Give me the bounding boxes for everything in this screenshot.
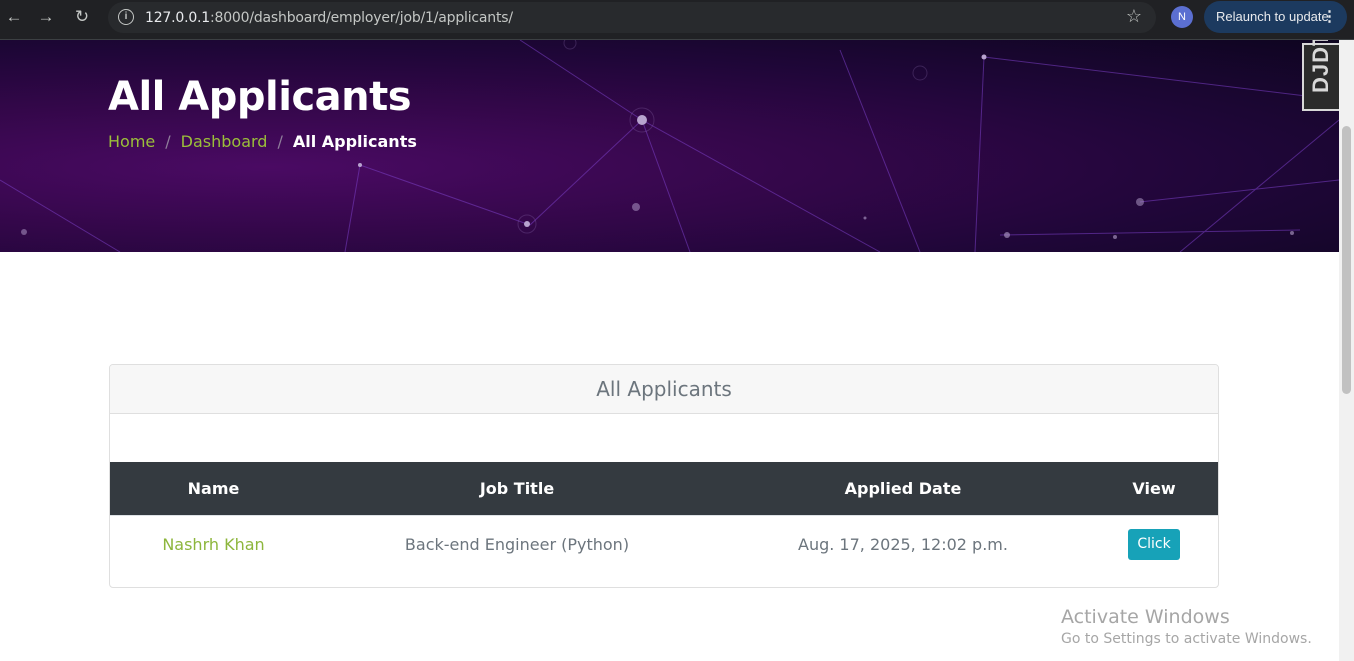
forward-arrow-icon[interactable]: → bbox=[32, 6, 60, 28]
page-title: All Applicants bbox=[108, 74, 412, 120]
applicants-card: All Applicants Name Job Title Applied Da… bbox=[109, 364, 1219, 588]
profile-avatar[interactable]: N bbox=[1171, 6, 1193, 28]
table-row: Nashrh Khan Back-end Engineer (Python) A… bbox=[110, 515, 1218, 572]
column-header-applied-date: Applied Date bbox=[844, 479, 962, 498]
watermark-title: Activate Windows bbox=[1061, 606, 1230, 628]
browser-toolbar: ← → ↻ i 127.0.0.1:8000/dashboard/employe… bbox=[0, 0, 1354, 40]
cell-job-title: Back-end Engineer (Python) bbox=[404, 534, 630, 554]
cell-name: Nashrh Khan bbox=[110, 516, 317, 572]
page-scrollbar[interactable] bbox=[1339, 40, 1354, 661]
reload-icon[interactable]: ↻ bbox=[68, 6, 96, 28]
card-title: All Applicants bbox=[110, 365, 1218, 414]
debug-toolbar-label: DJDT bbox=[1308, 40, 1333, 93]
scrollbar-thumb[interactable] bbox=[1342, 126, 1351, 394]
page-hero: All Applicants Home / Dashboard / All Applic… bbox=[0, 40, 1339, 252]
table-header: Name Job Title Applied Date View bbox=[110, 462, 1218, 515]
column-header-name: Name bbox=[187, 479, 240, 498]
back-arrow-icon[interactable]: ← bbox=[0, 6, 28, 28]
site-info-icon[interactable]: i bbox=[118, 9, 134, 25]
cell-view: Click bbox=[1089, 516, 1218, 572]
relaunch-label: Relaunch to update bbox=[1216, 9, 1329, 24]
view-applicant-button[interactable]: Click bbox=[1128, 528, 1180, 560]
relaunch-button[interactable]: Relaunch to update ⋮ bbox=[1204, 1, 1347, 33]
breadcrumb: Home / Dashboard / All Applicants bbox=[108, 132, 417, 151]
breadcrumb-separator: / bbox=[277, 132, 283, 151]
more-menu-icon[interactable]: ⋮ bbox=[1322, 1, 1337, 33]
windows-activation-watermark: Activate Windows Go to Settings to activ… bbox=[1061, 606, 1312, 647]
debug-toolbar-handle[interactable]: DJDT bbox=[1302, 40, 1339, 111]
url-path: :8000/dashboard/employer/job/1/applicant… bbox=[210, 10, 513, 26]
breadcrumb-dashboard-link[interactable]: Dashboard bbox=[181, 132, 268, 151]
address-bar[interactable]: i 127.0.0.1:8000/dashboard/employer/job/… bbox=[108, 2, 1156, 33]
watermark-subtitle: Go to Settings to activate Windows. bbox=[1061, 631, 1312, 647]
breadcrumb-current: All Applicants bbox=[292, 132, 417, 151]
url-host: 127.0.0.1 bbox=[145, 10, 210, 26]
breadcrumb-home-link[interactable]: Home bbox=[108, 132, 155, 151]
bookmark-star-icon[interactable]: ☆ bbox=[1126, 6, 1142, 27]
url-text[interactable]: 127.0.0.1:8000/dashboard/employer/job/1/… bbox=[145, 10, 513, 26]
column-header-view: View bbox=[1132, 479, 1176, 498]
column-header-job-title: Job Title bbox=[479, 479, 555, 498]
breadcrumb-separator: / bbox=[165, 132, 171, 151]
cell-applied-date: Aug. 17, 2025, 12:02 p.m. bbox=[798, 534, 1008, 554]
applicant-name-link[interactable]: Nashrh Khan bbox=[162, 535, 264, 554]
